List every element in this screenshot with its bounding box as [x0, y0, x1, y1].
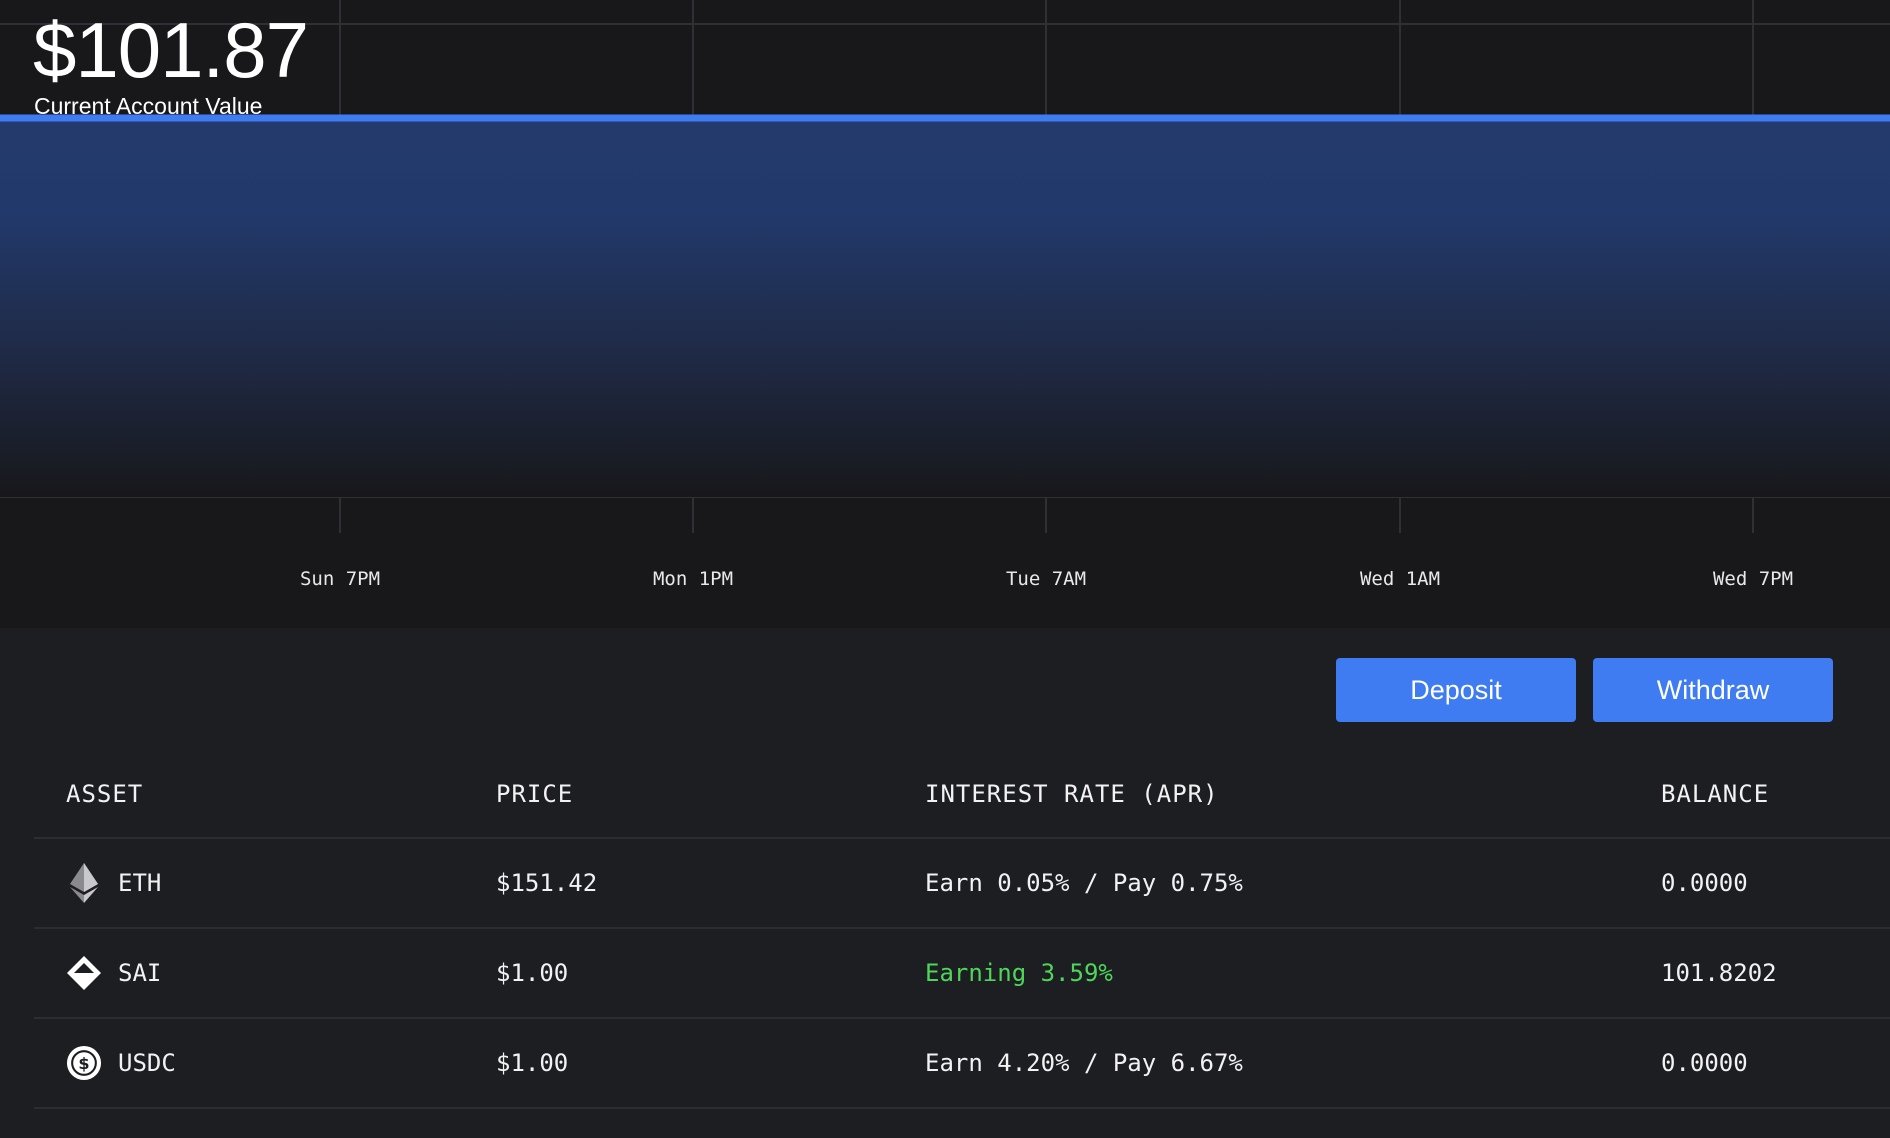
- app-root: $101.87 Current Account Value Sun 7PM Mo…: [0, 0, 1890, 1138]
- table-row-usdc[interactable]: $ USDC $1.00 Earn 4.20% / Pay 6.67% 0.00…: [34, 1019, 1890, 1109]
- balance-cell: 101.8202: [1661, 959, 1777, 987]
- account-value-chart: $101.87 Current Account Value Sun 7PM Mo…: [0, 0, 1890, 628]
- usdc-icon: $: [66, 1043, 102, 1083]
- account-value: $101.87: [33, 6, 309, 94]
- asset-name: USDC: [118, 1049, 176, 1077]
- header-price: PRICE: [496, 779, 574, 808]
- asset-table: ASSET PRICE INTEREST RATE (APR) BALANCE …: [34, 750, 1890, 1109]
- balance-cell: 0.0000: [1661, 1049, 1748, 1077]
- x-tick-label: Sun 7PM: [299, 568, 381, 590]
- price-cell: $151.42: [496, 869, 598, 897]
- interest-rate-cell: Earn 0.05% / Pay 0.75%: [925, 869, 1243, 897]
- action-buttons: Deposit Withdraw: [1336, 658, 1833, 722]
- table-row-sai[interactable]: SAI $1.00 Earning 3.59% 101.8202: [34, 929, 1890, 1019]
- table-row-eth[interactable]: ETH $151.42 Earn 0.05% / Pay 0.75% 0.000…: [34, 839, 1890, 929]
- deposit-button[interactable]: Deposit: [1336, 658, 1576, 722]
- balance-cell: 0.0000: [1661, 869, 1748, 897]
- price-cell: $1.00: [496, 1049, 569, 1077]
- header-interest-rate: INTEREST RATE (APR): [925, 779, 1219, 808]
- x-tick-label: Tue 7AM: [1005, 568, 1087, 590]
- withdraw-button[interactable]: Withdraw: [1593, 658, 1833, 722]
- x-tick-label: Wed 7PM: [1712, 568, 1794, 590]
- eth-icon: [66, 863, 102, 903]
- asset-name: ETH: [118, 869, 162, 897]
- x-tick-label: Mon 1PM: [652, 568, 734, 590]
- sai-icon: [66, 953, 102, 993]
- header-balance: BALANCE: [1661, 779, 1770, 808]
- x-tick-label: Wed 1AM: [1359, 568, 1441, 590]
- price-cell: $1.00: [496, 959, 569, 987]
- asset-cell: $ USDC: [66, 1019, 176, 1107]
- asset-name: SAI: [118, 959, 162, 987]
- account-value-caption: Current Account Value: [34, 93, 263, 119]
- asset-cell: SAI: [66, 929, 161, 1017]
- chart-area-fill: [0, 118, 1890, 497]
- table-header-row: ASSET PRICE INTEREST RATE (APR) BALANCE: [34, 750, 1890, 839]
- interest-rate-cell: Earn 4.20% / Pay 6.67%: [925, 1049, 1243, 1077]
- interest-rate-cell: Earning 3.59%: [925, 959, 1113, 987]
- asset-cell: ETH: [66, 839, 161, 927]
- svg-text:$: $: [78, 1054, 89, 1073]
- header-asset: ASSET: [66, 779, 144, 808]
